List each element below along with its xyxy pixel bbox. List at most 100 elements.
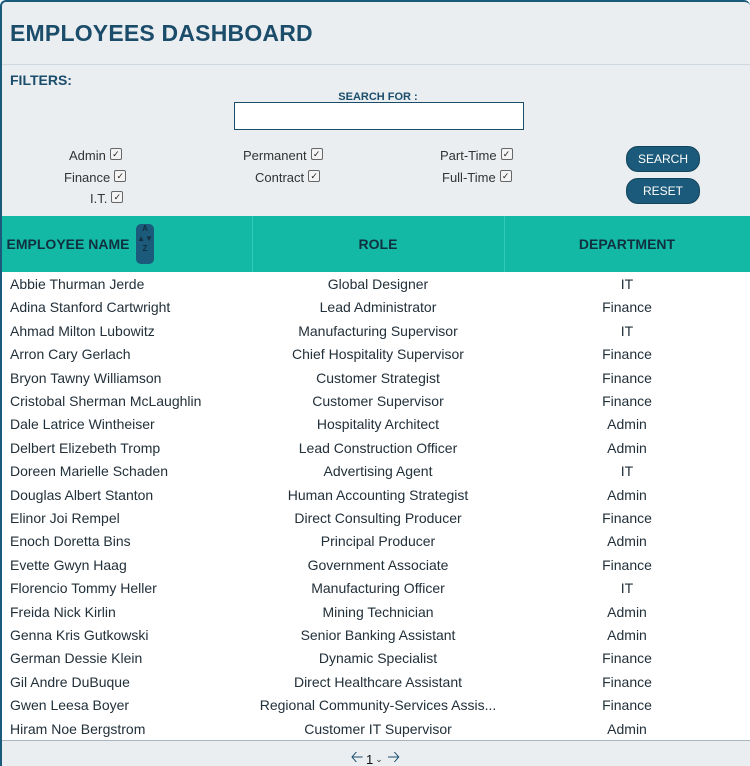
column-header-role[interactable]: ROLE: [252, 216, 504, 272]
cell-department: Admin: [607, 720, 647, 737]
chevron-down-icon[interactable]: ⌄: [375, 754, 383, 765]
table-body: Abbie Thurman Jerde Global Designer IT Adin…: [2, 272, 750, 740]
cell-employee-name: Elinor Joi Rempel: [10, 510, 120, 526]
filter-full-time-checkbox[interactable]: Full-Time ✓: [442, 169, 512, 185]
table-row[interactable]: Cristobal Sherman McLaughlin Customer Sup…: [2, 389, 750, 412]
table-row[interactable]: German Dessie Klein Dynamic Specialist Fin…: [2, 646, 750, 669]
page-select[interactable]: 1: [364, 752, 375, 766]
table-row[interactable]: Arron Cary Gerlach Chief Hospitality Supe…: [2, 342, 750, 365]
cell-role: Hospitality Architect: [316, 416, 440, 433]
cell-department: Finance: [602, 673, 652, 690]
cell-department: Finance: [602, 650, 652, 667]
sort-glyph-z: Z: [142, 244, 148, 253]
page-title: EMPLOYEES DASHBOARD: [10, 20, 313, 46]
checkbox-checked-icon[interactable]: ✓: [499, 169, 512, 182]
cell-employee-name: Cristobal Sherman McLaughlin: [10, 393, 202, 409]
table-row[interactable]: Gil Andre DuBuque Direct Healthcare Assis…: [2, 670, 750, 693]
table-row[interactable]: Genna Kris Gutkowski Senior Banking Assis…: [2, 623, 750, 646]
cell-department: Admin: [607, 486, 647, 503]
filter-it-label: I.T.: [90, 191, 108, 206]
table-row[interactable]: Douglas Albert Stanton Human Accounting S…: [2, 483, 750, 506]
cell-employee-name: Freida Nick Kirlin: [10, 603, 116, 620]
cell-employee-name: German Dessie Klein: [10, 650, 143, 667]
cell-employee-name: Douglas Albert Stanton: [10, 486, 154, 503]
filter-finance-checkbox[interactable]: Finance ✓: [64, 169, 127, 185]
checkbox-checked-icon[interactable]: ✓: [310, 147, 323, 160]
cell-role: Human Accounting Strategist: [287, 486, 469, 503]
filter-contract-checkbox[interactable]: Contract ✓: [255, 169, 321, 185]
arrow-right-icon[interactable]: 🡢: [387, 746, 401, 766]
arrow-left-icon[interactable]: 🡠: [350, 746, 364, 766]
cell-department: Admin: [607, 439, 647, 456]
cell-employee-name: Genna Kris Gutkowski: [10, 627, 149, 643]
cell-department: Finance: [602, 346, 652, 363]
table-row[interactable]: Doreen Marielle Schaden Advertising Agent…: [2, 459, 750, 482]
filter-admin-checkbox[interactable]: Admin ✓: [69, 147, 122, 163]
cell-role: Manufacturing Officer: [311, 580, 445, 597]
filter-admin-label: Admin: [69, 148, 106, 163]
cell-employee-name: Delbert Elizebeth Tromp: [10, 439, 161, 456]
table-row[interactable]: Evette Gwyn Haag Government Associate Fina…: [2, 553, 750, 576]
cell-role: Lead Construction Officer: [298, 439, 458, 456]
dashboard-window: EMPLOYEES DASHBOARD FILTERS: SEARCH FOR …: [0, 0, 750, 766]
search-input[interactable]: [234, 102, 524, 130]
cell-role: Lead Administrator: [319, 299, 437, 316]
cell-role: Manufacturing Supervisor: [298, 322, 458, 339]
search-button[interactable]: SEARCH: [626, 146, 700, 172]
cell-department: Admin: [607, 627, 647, 643]
cell-department: Finance: [602, 510, 652, 526]
filter-it-checkbox[interactable]: I.T. ✓: [90, 190, 124, 206]
cell-employee-name: Gwen Leesa Boyer: [10, 697, 130, 714]
table-row[interactable]: Elinor Joi Rempel Direct Consulting Produ…: [2, 506, 750, 529]
cell-employee-name: Adina Stanford Cartwright: [10, 299, 171, 316]
checkbox-checked-icon[interactable]: ✓: [109, 147, 122, 160]
cell-department: Admin: [607, 603, 647, 620]
table-row[interactable]: Enoch Doretta Bins Principal Producer Admi…: [2, 529, 750, 552]
table-row[interactable]: Gwen Leesa Boyer Regional Community-Servi…: [2, 693, 750, 716]
table-row[interactable]: Freida Nick Kirlin Mining Technician Admin: [2, 600, 750, 623]
cell-employee-name: Ahmad Milton Lubowitz: [10, 322, 155, 339]
table-row[interactable]: Florencio Tommy Heller Manufacturing Offi…: [2, 576, 750, 599]
cell-employee-name: Evette Gwyn Haag: [10, 556, 127, 573]
cell-department: IT: [620, 463, 634, 480]
cell-department: Finance: [602, 556, 652, 573]
cell-role: Customer IT Supervisor: [304, 720, 452, 737]
table-row[interactable]: Hiram Noe Bergstrom Customer IT Superviso…: [2, 717, 750, 740]
table-row[interactable]: Delbert Elizebeth Tromp Lead Construction…: [2, 436, 750, 459]
cell-employee-name: Gil Andre DuBuque: [10, 673, 130, 690]
table-row[interactable]: Abbie Thurman Jerde Global Designer IT: [2, 272, 750, 295]
cell-department: IT: [620, 580, 634, 597]
cell-department: Finance: [602, 393, 652, 409]
checkbox-checked-icon[interactable]: ✓: [308, 169, 321, 182]
cell-department: Finance: [602, 369, 652, 386]
column-header-department[interactable]: DEPARTMENT: [504, 216, 750, 272]
cell-employee-name: Doreen Marielle Schaden: [10, 463, 168, 480]
table-row[interactable]: Dale Latrice Wintheiser Hospitality Archi…: [2, 412, 750, 435]
table-row[interactable]: Ahmad Milton Lubowitz Manufacturing Super…: [2, 319, 750, 342]
cell-role: Government Associate: [307, 556, 449, 573]
checkbox-checked-icon[interactable]: ✓: [111, 190, 124, 203]
checkbox-checked-icon[interactable]: ✓: [500, 147, 513, 160]
cell-role: Advertising Agent: [323, 463, 433, 480]
checkbox-checked-icon[interactable]: ✓: [114, 169, 127, 182]
cell-department: Admin: [607, 533, 647, 550]
pagination: 🡠 1 ⌄ 🡢: [350, 746, 401, 766]
cell-department: IT: [620, 322, 634, 339]
filter-full-time-label: Full-Time: [442, 170, 496, 185]
cell-role: Chief Hospitality Supervisor: [292, 346, 464, 363]
cell-role: Global Designer: [327, 276, 429, 292]
cell-role: Direct Healthcare Assistant: [293, 673, 463, 690]
cell-role: Dynamic Specialist: [318, 650, 438, 667]
cell-employee-name: Hiram Noe Bergstrom: [10, 720, 146, 737]
filter-permanent-checkbox[interactable]: Permanent ✓: [243, 147, 323, 163]
table-row[interactable]: Adina Stanford Cartwright Lead Administra…: [2, 295, 750, 318]
cell-employee-name: Arron Cary Gerlach: [10, 346, 131, 363]
cell-employee-name: Florencio Tommy Heller: [10, 580, 157, 597]
table-row[interactable]: Bryon Tawny Williamson Customer Strategis…: [2, 366, 750, 389]
column-header-name[interactable]: EMPLOYEE NAME: [2, 216, 134, 272]
sort-az-icon[interactable]: A ▲▼ Z: [136, 224, 154, 264]
reset-button[interactable]: RESET: [626, 178, 700, 204]
filter-part-time-label: Part-Time: [440, 148, 497, 163]
filter-part-time-checkbox[interactable]: Part-Time ✓: [440, 147, 513, 163]
cell-department: IT: [620, 276, 634, 292]
